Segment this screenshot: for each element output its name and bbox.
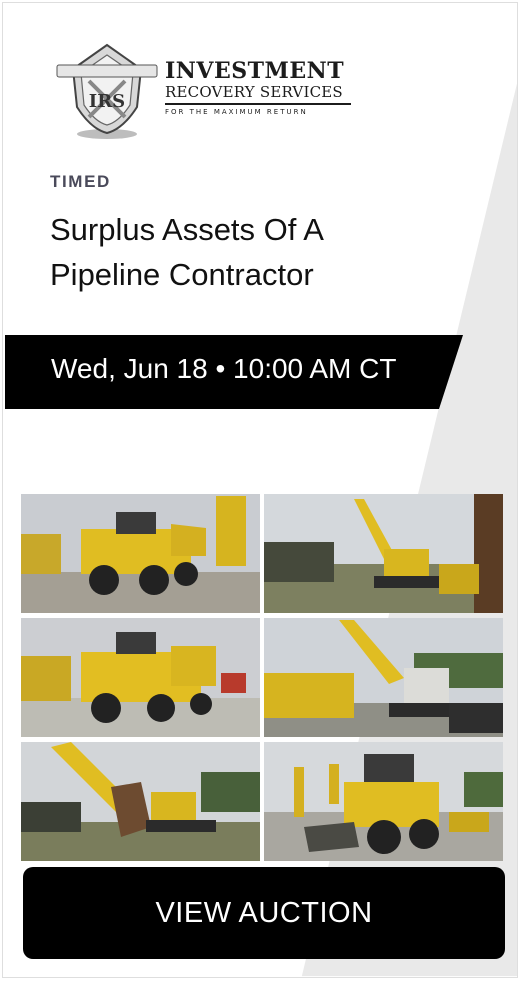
- badge-initials: IRS: [89, 91, 125, 112]
- logo-divider: [165, 103, 351, 105]
- wheel-loader-photo[interactable]: [264, 742, 503, 861]
- logo-name-line2: RECOVERY SERVICES: [165, 83, 343, 101]
- auction-card[interactable]: IRS INVESTMENT RECOVERY SERVICES FOR THE…: [2, 2, 518, 978]
- excavator-photo[interactable]: [264, 494, 503, 613]
- articulated-dump-truck-photo[interactable]: [21, 494, 260, 613]
- dump-trucks-photo[interactable]: [21, 618, 260, 737]
- auction-title[interactable]: Surplus Assets Of A Pipeline Contractor: [50, 207, 430, 297]
- company-logo: IRS INVESTMENT RECOVERY SERVICES FOR THE…: [53, 41, 353, 141]
- logo-tagline: FOR THE MAXIMUM RETURN: [165, 108, 308, 116]
- date-banner: Wed, Jun 18 • 10:00 AM CT: [5, 335, 463, 409]
- excavator-yard-photo[interactable]: [264, 618, 503, 737]
- auction-date: Wed, Jun 18 • 10:00 AM CT: [51, 353, 397, 384]
- company-badge-icon: IRS: [56, 43, 158, 139]
- auction-type-label: TIMED: [50, 172, 111, 191]
- excavator-bucket-photo[interactable]: [21, 742, 260, 861]
- logo-name-line1: INVESTMENT: [165, 58, 345, 84]
- view-auction-button[interactable]: VIEW AUCTION: [23, 867, 505, 959]
- photo-grid[interactable]: [21, 494, 504, 863]
